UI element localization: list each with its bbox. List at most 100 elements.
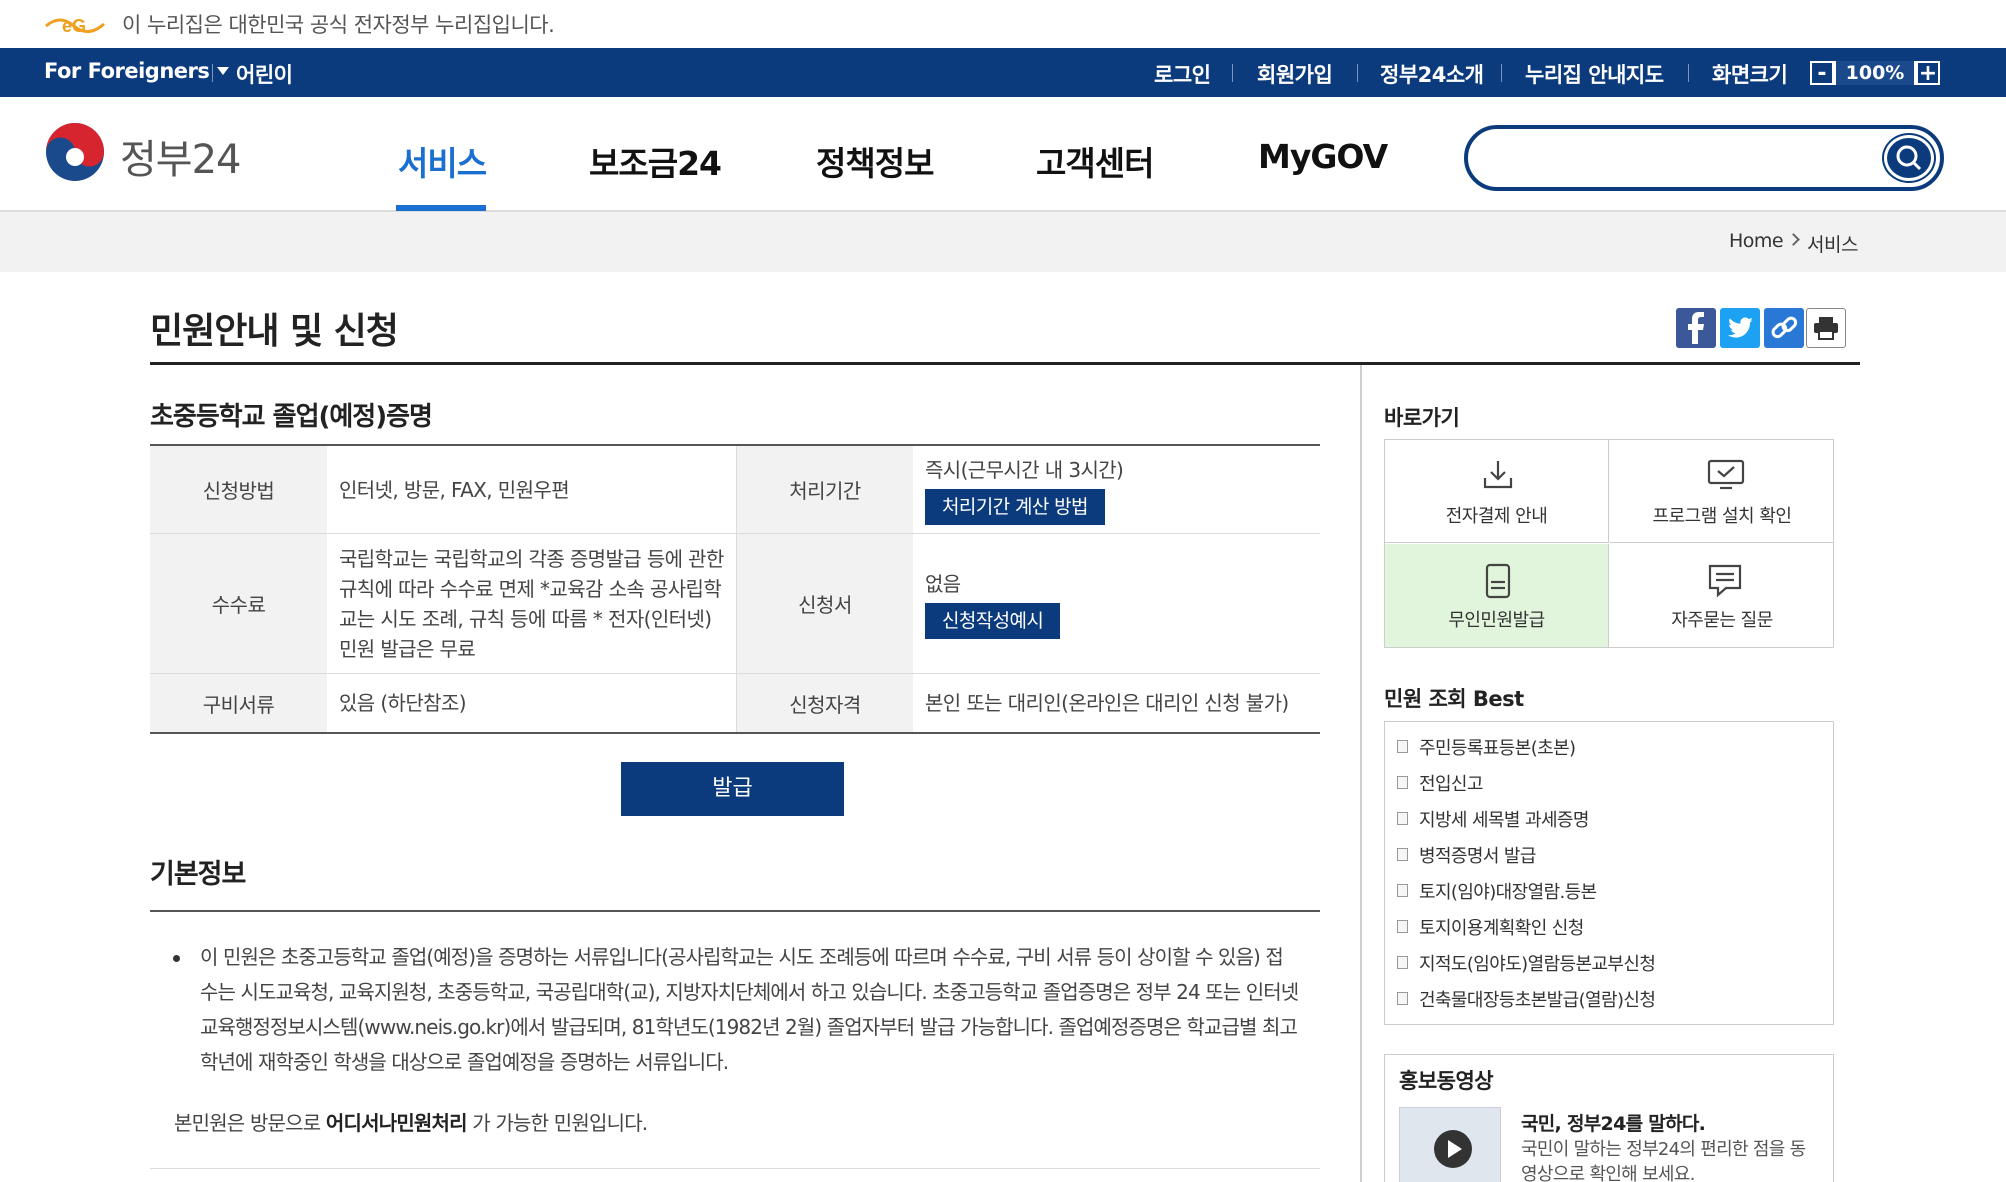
basic-info-rule xyxy=(150,910,1320,912)
chat-icon xyxy=(1708,564,1742,598)
quick-link-label: 전자결제 안내 xyxy=(1445,506,1548,527)
basic-info-body: 이 민원은 초중고등학교 졸업(예정)을 증명하는 서류입니다(공사립학교는 시… xyxy=(200,945,1299,1074)
nav-customer-center[interactable]: 고객센터 xyxy=(1036,137,1154,185)
table-header: 구비서류 xyxy=(150,674,327,732)
document-icon xyxy=(1397,884,1408,897)
document-icon xyxy=(1397,812,1408,825)
page-title: 민원안내 및 신청 xyxy=(150,311,399,352)
join-link[interactable]: 회원가입 xyxy=(1257,59,1333,89)
for-foreigners-label: For Foreigners xyxy=(44,59,210,83)
table-cell: 있음 (하단참조) xyxy=(327,674,737,732)
for-foreigners-menu[interactable]: For Foreigners xyxy=(44,59,230,83)
promo-video-title[interactable]: 국민, 정부24를 말하다. xyxy=(1521,1109,1706,1136)
basic-info-title: 기본정보 xyxy=(150,859,246,890)
zoom-level: 100% xyxy=(1836,61,1914,85)
about-link[interactable]: 정부24소개 xyxy=(1380,59,1484,89)
quick-link-epayment[interactable]: 전자결제 안내 xyxy=(1385,440,1609,543)
note-prefix: 본민원은 방문으로 xyxy=(174,1111,326,1135)
nav-subsidy24[interactable]: 보조금24 xyxy=(589,137,722,185)
promo-title: 홍보동영상 xyxy=(1399,1069,1494,1093)
divider xyxy=(1232,64,1233,82)
basic-info-note: 본민원은 방문으로 어디서나민원처리 가 가능한 민원입니다. xyxy=(174,1107,648,1136)
gov-banner: eG 이 누리집은 대한민국 공식 전자정부 누리집입니다. xyxy=(0,0,2006,48)
apply-method-value: 인터넷, 방문, FAX, 민원우편 xyxy=(339,477,570,502)
service-title: 초중등학교 졸업(예정)증명 xyxy=(150,402,433,432)
application-example-button[interactable]: 신청작성예시 xyxy=(925,602,1061,639)
twitter-share-button[interactable] xyxy=(1720,308,1760,348)
site-header: 정부24 서비스 보조금24 정책정보 고객센터 MyGOV xyxy=(0,97,2006,212)
list-item[interactable]: 토지(임야)대장열람.등본 xyxy=(1419,878,1597,904)
divider xyxy=(150,1168,1320,1169)
active-nav-indicator xyxy=(396,205,486,211)
note-suffix: 가 가능한 민원입니다. xyxy=(466,1111,648,1135)
divider xyxy=(1501,64,1502,82)
search-icon xyxy=(1896,145,1922,171)
printer-icon xyxy=(1814,317,1838,340)
list-item[interactable]: 전입신고 xyxy=(1419,770,1483,796)
facebook-share-button[interactable] xyxy=(1676,308,1716,348)
breadcrumb-home[interactable]: Home xyxy=(1729,230,1784,252)
facebook-icon xyxy=(1688,312,1704,344)
divider xyxy=(1357,64,1358,82)
required-docs-value: 있음 (하단참조) xyxy=(339,691,467,715)
gov24-logo-icon[interactable] xyxy=(44,121,106,183)
application-form-value: 없음 xyxy=(925,571,961,596)
list-item[interactable]: 주민등록표등본(초본) xyxy=(1419,734,1576,760)
monitor-check-icon xyxy=(1707,459,1745,490)
nav-mygov[interactable]: MyGOV xyxy=(1258,137,1388,176)
quick-link-label: 무인민원발급 xyxy=(1448,610,1545,631)
copy-link-button[interactable] xyxy=(1764,308,1804,348)
list-item[interactable]: 토지이용계획확인 신청 xyxy=(1419,914,1584,940)
nav-policy-info[interactable]: 정책정보 xyxy=(816,137,934,185)
quick-link-faq[interactable]: 자주묻는 질문 xyxy=(1610,544,1834,647)
caret-down-icon xyxy=(217,67,230,75)
link-icon xyxy=(1771,316,1798,339)
zoom-out-button[interactable]: - xyxy=(1810,61,1834,85)
print-button[interactable] xyxy=(1806,308,1846,348)
list-item[interactable]: 건축물대장등초본발급(열람)신청 xyxy=(1419,986,1656,1012)
table-header: 신청자격 xyxy=(737,674,913,732)
processing-time-calc-button[interactable]: 처리기간 계산 방법 xyxy=(925,488,1105,525)
search-box xyxy=(1464,125,1944,191)
breadcrumb: Home 서비스 xyxy=(0,212,2006,272)
list-item[interactable]: 병적증명서 발급 xyxy=(1419,842,1536,868)
promo-video-desc: 국민이 말하는 정부24의 편리한 점을 동영상으로 확인해 보세요. xyxy=(1521,1139,1806,1182)
play-icon xyxy=(1434,1130,1472,1168)
search-button[interactable] xyxy=(1884,135,1934,181)
table-cell: 국립학교는 국립학교의 각종 증명발급 등에 관한 규칙에 따라 수수료 면제 … xyxy=(327,534,737,673)
sitemap-link[interactable]: 누리집 안내지도 xyxy=(1525,59,1664,89)
quick-link-label: 프로그램 설치 확인 xyxy=(1652,506,1792,527)
gov-banner-text: 이 누리집은 대한민국 공식 전자정부 누리집입니다. xyxy=(122,13,555,37)
quick-link-program-check[interactable]: 프로그램 설치 확인 xyxy=(1610,440,1834,543)
zoom-in-button[interactable]: + xyxy=(1916,61,1940,85)
title-rule xyxy=(150,362,1860,365)
utility-bar: For Foreigners 어린이 로그인 회원가입 정부24소개 누리집 안… xyxy=(0,48,2006,97)
promo-video-box: 홍보동영상 국민, 정부24를 말하다. 국민이 말하는 정부24의 편리한 점… xyxy=(1384,1054,1834,1182)
promo-video-thumbnail[interactable] xyxy=(1399,1107,1501,1182)
quick-link-kiosk[interactable]: 무인민원발급 xyxy=(1385,544,1609,647)
login-link[interactable]: 로그인 xyxy=(1154,59,1211,89)
zoom-control: - 100% + xyxy=(1810,61,1940,85)
breadcrumb-current: 서비스 xyxy=(1807,234,1858,256)
kids-link[interactable]: 어린이 xyxy=(236,59,293,89)
list-item[interactable]: 지방세 세목별 과세증명 xyxy=(1419,806,1589,832)
processing-time-value: 즉시(근무시간 내 3시간) xyxy=(925,457,1124,482)
divider xyxy=(1688,64,1689,82)
document-icon xyxy=(1397,956,1408,969)
issue-button[interactable]: 발급 xyxy=(621,762,844,816)
service-info-table: 신청방법 인터넷, 방문, FAX, 민원우편 처리기간 즉시(근무시간 내 3… xyxy=(150,444,1320,734)
quick-link-label: 자주묻는 질문 xyxy=(1671,610,1773,631)
fee-value: 국립학교는 국립학교의 각종 증명발급 등에 관한 규칙에 따라 수수료 면제 … xyxy=(339,546,724,661)
list-item[interactable]: 지적도(임야도)열람등본교부신청 xyxy=(1419,950,1656,976)
bullet-icon xyxy=(173,955,180,962)
document-icon xyxy=(1397,776,1408,789)
table-row: 구비서류 있음 (하단참조) 신청자격 본인 또는 대리인(온라인은 대리인 신… xyxy=(150,674,1320,732)
nav-services[interactable]: 서비스 xyxy=(398,137,487,185)
svg-text:eG: eG xyxy=(62,16,86,36)
table-cell: 인터넷, 방문, FAX, 민원우편 xyxy=(327,446,737,533)
search-input[interactable] xyxy=(1490,139,1860,177)
logo-text[interactable]: 정부24 xyxy=(120,127,241,185)
table-header: 신청서 xyxy=(737,534,913,673)
quick-links-title: 바로가기 xyxy=(1384,406,1460,430)
table-header: 신청방법 xyxy=(150,446,327,533)
